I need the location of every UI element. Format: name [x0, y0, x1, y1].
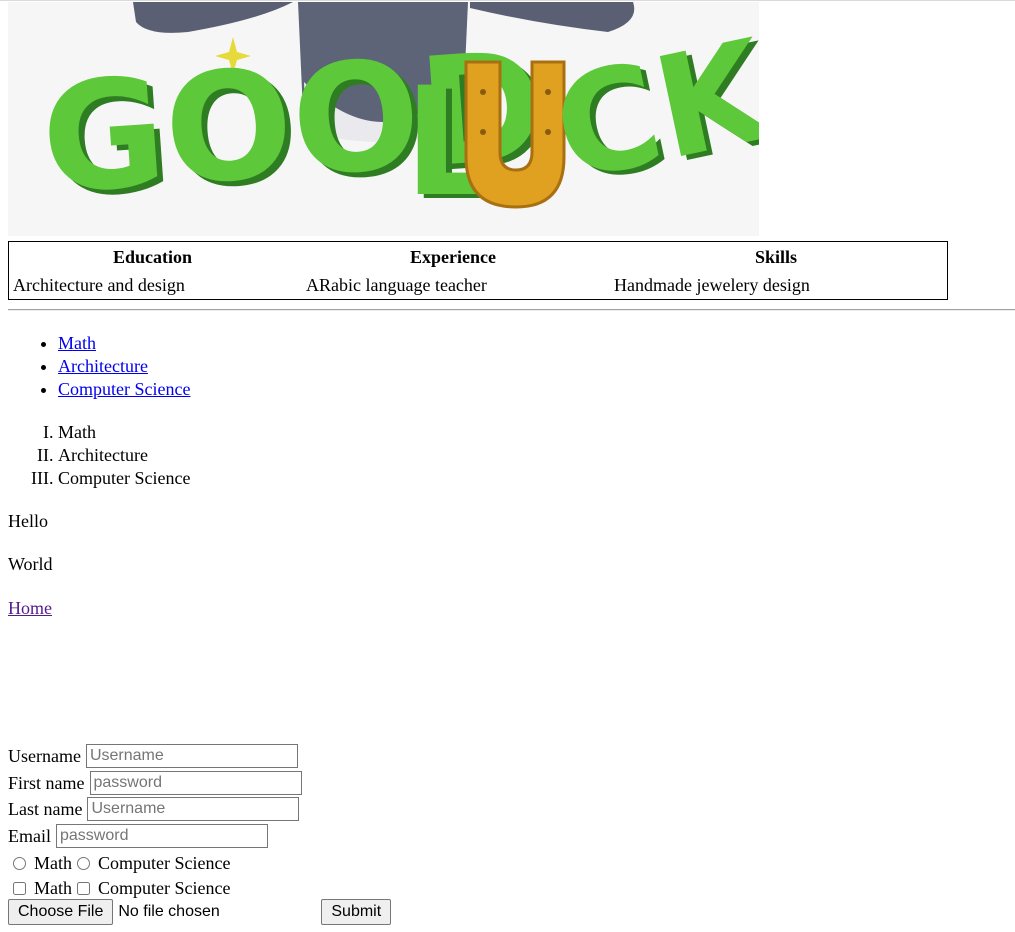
- submit-button[interactable]: Submit: [321, 899, 392, 925]
- ordered-item-math: Math: [58, 421, 190, 444]
- horizontal-rule: [8, 309, 1015, 311]
- list-item: Math: [58, 332, 190, 355]
- ordered-item-computer-science: Computer Science: [58, 467, 190, 490]
- top-border: [0, 0, 1015, 1]
- table-cell-experience: ARabic language teacher: [306, 275, 487, 295]
- radio-label-math: Math: [34, 852, 72, 873]
- list-item: Computer Science: [58, 378, 190, 401]
- home-link[interactable]: Home: [8, 597, 52, 620]
- good-luck-banner-image: GOOD GOOD L L CK CK: [8, 2, 759, 236]
- checkbox-option-math: Math: [8, 878, 72, 899]
- last-name-input[interactable]: [87, 797, 300, 821]
- table-header-experience: Experience: [410, 247, 496, 267]
- last-name-row: Last name: [8, 796, 300, 822]
- table-header-education: Education: [113, 247, 193, 267]
- table-header-skills: Skills: [755, 247, 798, 267]
- checkbox-label-computer-science: Computer Science: [98, 877, 231, 898]
- link-computer-science[interactable]: Computer Science: [58, 379, 190, 399]
- checkbox-option-computer-science: Computer Science: [72, 878, 230, 899]
- good-luck-illustration: GOOD GOOD L L CK CK: [36, 2, 759, 234]
- username-label: Username: [8, 745, 81, 766]
- file-submit-row: Choose File No file chosen Submit: [8, 899, 392, 925]
- table-cell-skills: Handmade jewelery design: [614, 275, 810, 295]
- email-input[interactable]: [56, 824, 268, 848]
- subject-ordered-list: Math Architecture Computer Science: [8, 421, 190, 490]
- file-status-text: No file chosen: [118, 903, 220, 920]
- checkbox-computer-science[interactable]: [77, 881, 90, 895]
- subject-links-list: Math Architecture Computer Science: [8, 332, 190, 401]
- email-row: Email: [8, 823, 268, 849]
- table-cell-education: Architecture and design: [13, 275, 185, 295]
- radio-label-computer-science: Computer Science: [98, 852, 231, 873]
- first-name-input[interactable]: [89, 771, 302, 795]
- last-name-label: Last name: [8, 798, 83, 819]
- link-math[interactable]: Math: [58, 333, 96, 353]
- radio-option-math: Math: [8, 853, 72, 874]
- checkbox-label-math: Math: [34, 877, 72, 898]
- radio-math[interactable]: [13, 856, 26, 870]
- username-input[interactable]: [85, 744, 298, 768]
- first-name-label: First name: [8, 772, 85, 793]
- username-row: Username: [8, 743, 298, 769]
- info-table: Education Experience Skills Architecture…: [8, 241, 948, 300]
- checkbox-math[interactable]: [13, 881, 26, 895]
- checkbox-row: Math Computer Science: [8, 875, 230, 901]
- radio-row: Math Computer Science: [8, 850, 230, 876]
- paragraph-world: World: [8, 554, 53, 574]
- paragraph-hello: Hello: [8, 511, 48, 531]
- choose-file-button[interactable]: Choose File: [8, 899, 114, 925]
- first-name-row: First name: [8, 770, 302, 796]
- ordered-item-architecture: Architecture: [58, 444, 190, 467]
- list-item: Architecture: [58, 355, 190, 378]
- radio-option-computer-science: Computer Science: [72, 853, 230, 874]
- link-architecture[interactable]: Architecture: [58, 356, 148, 376]
- radio-computer-science[interactable]: [77, 856, 90, 870]
- email-label: Email: [8, 825, 51, 846]
